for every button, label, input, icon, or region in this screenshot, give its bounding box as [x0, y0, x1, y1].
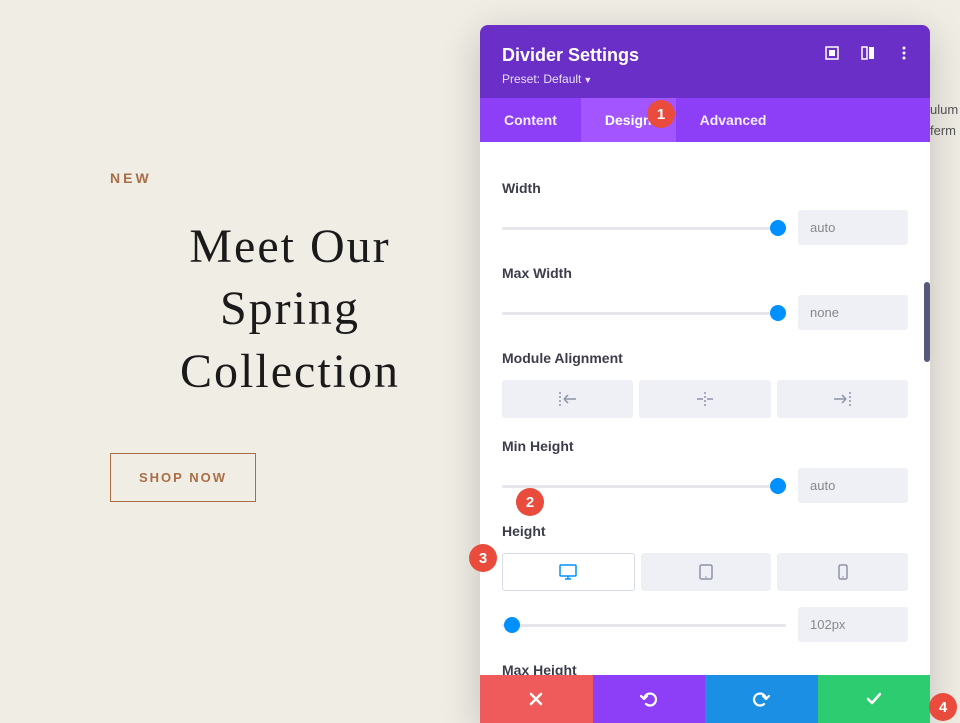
- preset-label: Preset: Default: [502, 72, 581, 86]
- callout-badge-1: 1: [647, 100, 675, 128]
- device-tablet-button[interactable]: [641, 553, 772, 591]
- redo-button[interactable]: [705, 675, 818, 723]
- settings-panel: Divider Settings Preset: Default▼ Conten…: [480, 25, 930, 723]
- save-button[interactable]: [818, 675, 931, 723]
- align-right-button[interactable]: [777, 380, 908, 418]
- device-desktop-button[interactable]: [502, 553, 635, 591]
- footer-bar: [480, 675, 930, 723]
- minheight-label: Min Height: [502, 438, 908, 454]
- maxwidth-input[interactable]: [798, 295, 908, 330]
- maxwidth-label: Max Width: [502, 265, 908, 281]
- width-input[interactable]: [798, 210, 908, 245]
- align-left-button[interactable]: [502, 380, 633, 418]
- callout-badge-2: 2: [516, 488, 544, 516]
- scrollbar[interactable]: [924, 282, 930, 362]
- width-slider[interactable]: [502, 218, 786, 238]
- callout-badge-3: 3: [469, 544, 497, 572]
- tabs: Content Design Advanced: [480, 98, 930, 142]
- alignment-label: Module Alignment: [502, 350, 908, 366]
- device-phone-button[interactable]: [777, 553, 908, 591]
- panel-body: Width Max Width Module Alignment: [480, 142, 930, 675]
- expand-icon[interactable]: [824, 45, 840, 61]
- cancel-button[interactable]: [480, 675, 593, 723]
- background-body-text: ulum lo ferm iam: [930, 100, 960, 142]
- height-label: Height: [502, 523, 908, 539]
- maxwidth-slider[interactable]: [502, 303, 786, 323]
- shop-now-button[interactable]: SHOP NOW: [110, 453, 256, 502]
- panel-header: Divider Settings Preset: Default▼: [480, 25, 930, 98]
- snap-icon[interactable]: [860, 45, 876, 61]
- height-slider[interactable]: [502, 615, 786, 635]
- height-input[interactable]: [798, 607, 908, 642]
- chevron-down-icon: ▼: [583, 75, 592, 85]
- tab-advanced[interactable]: Advanced: [676, 98, 791, 142]
- maxheight-label: Max Height: [502, 662, 908, 675]
- width-label: Width: [502, 180, 908, 196]
- preset-dropdown[interactable]: Preset: Default▼: [502, 72, 908, 86]
- minheight-input[interactable]: [798, 468, 908, 503]
- callout-badge-4: 4: [929, 693, 957, 721]
- new-label: NEW: [110, 170, 430, 186]
- undo-button[interactable]: [593, 675, 706, 723]
- tab-content[interactable]: Content: [480, 98, 581, 142]
- hero-heading: Meet Our Spring Collection: [150, 216, 430, 403]
- align-center-button[interactable]: [639, 380, 770, 418]
- minheight-slider[interactable]: [502, 476, 786, 496]
- more-icon[interactable]: [896, 45, 912, 61]
